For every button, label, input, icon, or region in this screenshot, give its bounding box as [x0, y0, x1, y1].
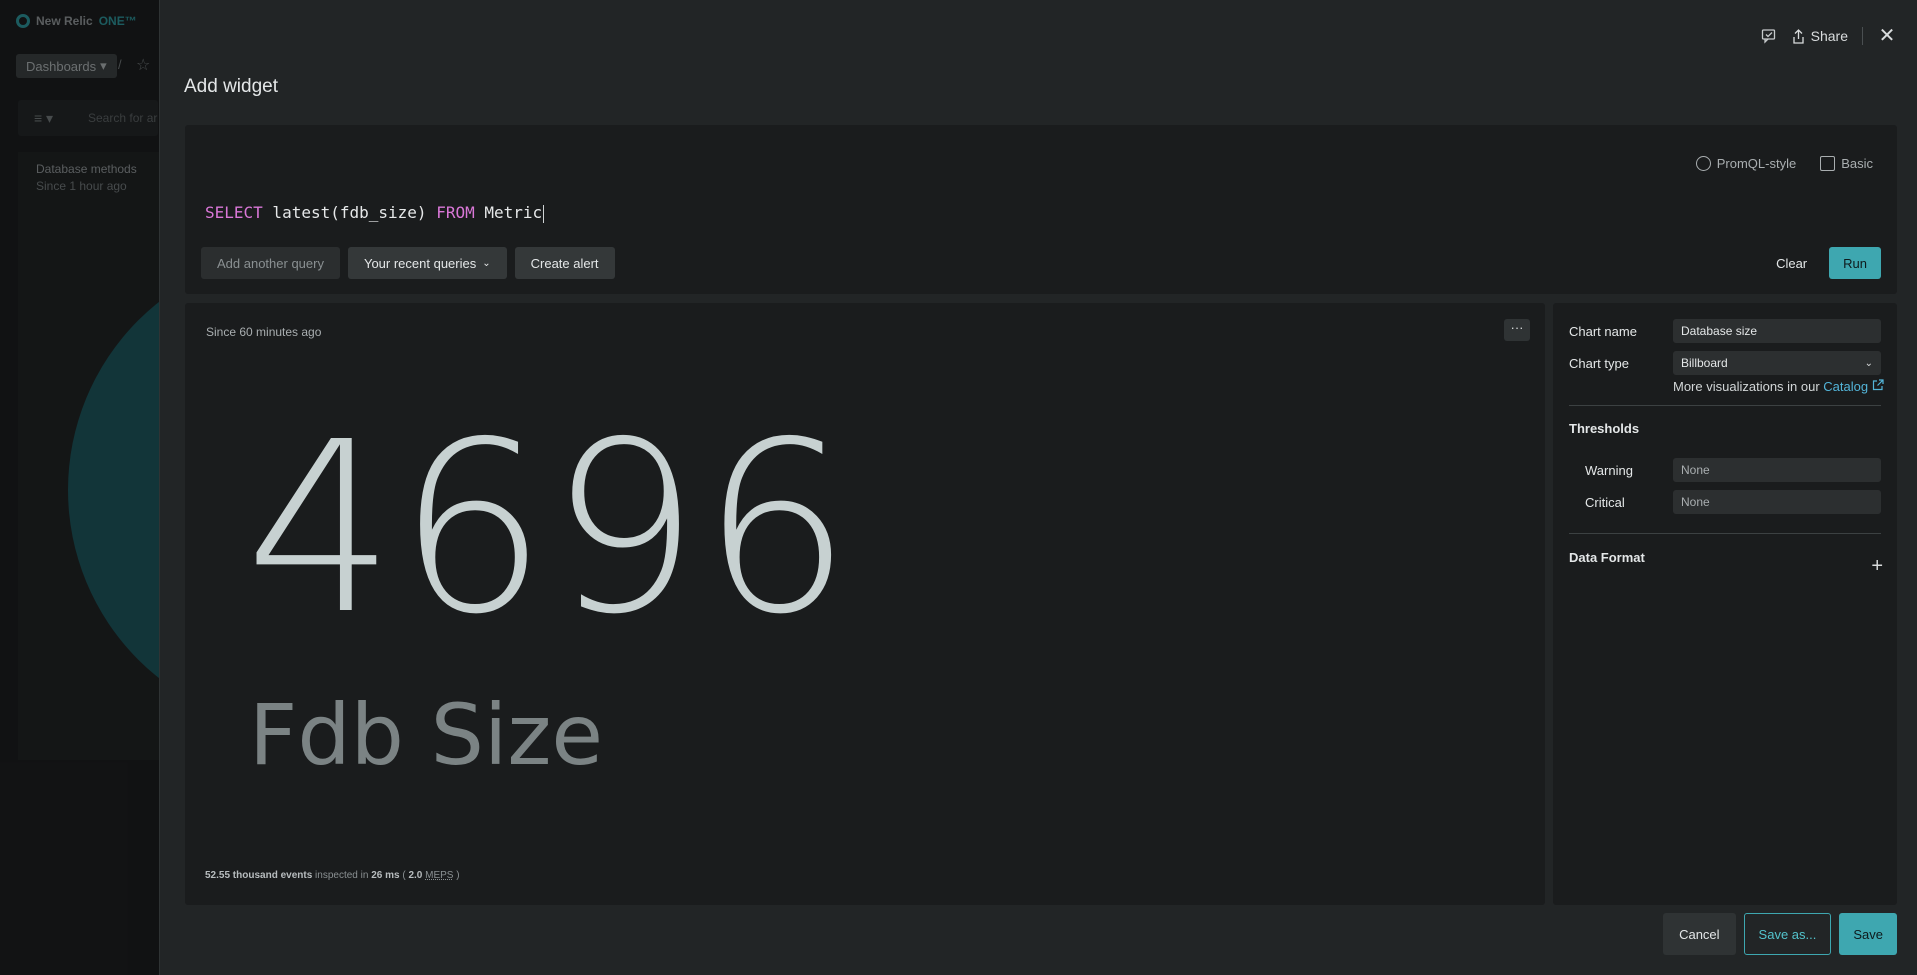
- nrql-query-editor[interactable]: SELECT latest(fdb_size) FROM Metric: [205, 203, 545, 223]
- promql-icon: [1695, 156, 1711, 171]
- promql-mode-button[interactable]: PromQL-style: [1695, 156, 1797, 171]
- add-another-query-button[interactable]: Add another query: [201, 247, 340, 279]
- chart-type-value: Billboard: [1681, 356, 1728, 370]
- create-alert-button[interactable]: Create alert: [514, 247, 615, 279]
- data-format-heading: Data Format: [1569, 550, 1645, 565]
- share-button[interactable]: Share: [1792, 28, 1848, 44]
- critical-threshold-input[interactable]: None: [1673, 490, 1881, 514]
- query-duration: 26 ms: [371, 870, 400, 881]
- save-button[interactable]: Save: [1839, 913, 1897, 955]
- chart-type-select[interactable]: Billboard ⌄: [1673, 351, 1881, 375]
- recent-queries-button[interactable]: Your recent queries ⌄: [347, 247, 507, 279]
- feedback-icon-svg: [1761, 29, 1775, 44]
- warning-label: Warning: [1585, 462, 1633, 478]
- modal-topbar: Share ✕: [1760, 26, 1897, 46]
- query-run-actions: Clear Run: [1768, 247, 1881, 279]
- clear-button[interactable]: Clear: [1768, 247, 1815, 279]
- stats-close-paren: ): [453, 870, 460, 881]
- warning-threshold-input[interactable]: None: [1673, 458, 1881, 482]
- warning-threshold-row: Warning None: [1569, 458, 1881, 482]
- settings-divider: [1569, 405, 1881, 406]
- basic-mode-label: Basic: [1841, 156, 1873, 171]
- events-count: 52.55 thousand events: [205, 870, 313, 881]
- add-widget-modal: Share ✕ Add widget PromQL-style Basic SE…: [159, 0, 1917, 975]
- share-label: Share: [1810, 28, 1848, 44]
- topbar-divider: [1862, 27, 1863, 45]
- thresholds-heading: Thresholds: [1569, 421, 1640, 436]
- critical-label: Critical: [1585, 494, 1625, 510]
- settings-divider: [1569, 533, 1881, 534]
- chart-settings-panel: Chart name Database size Chart type Bill…: [1553, 303, 1897, 905]
- query-keyword-select: SELECT: [205, 203, 263, 222]
- query-expression: latest(fdb_size): [262, 203, 437, 222]
- text-caret: [543, 204, 545, 223]
- add-data-format-icon[interactable]: +: [1871, 555, 1883, 578]
- meps-unit: MEPS: [425, 870, 454, 881]
- inspected-text: inspected in: [312, 870, 372, 881]
- cancel-button[interactable]: Cancel: [1663, 913, 1736, 955]
- query-keyword-from: FROM: [436, 203, 475, 222]
- meps-rate: 2.0: [408, 870, 423, 881]
- query-source: Metric: [474, 203, 543, 222]
- close-icon[interactable]: ✕: [1877, 26, 1897, 46]
- query-builder-panel: PromQL-style Basic SELECT latest(fdb_siz…: [185, 125, 1897, 294]
- critical-threshold-row: Critical None: [1569, 490, 1881, 514]
- feedback-icon[interactable]: [1760, 27, 1778, 45]
- modal-title: Add widget: [184, 76, 279, 97]
- chart-name-row: Chart name Database size: [1569, 319, 1881, 343]
- chart-query-stats: 52.55 thousand events inspected in 26 ms…: [205, 870, 460, 881]
- catalog-link[interactable]: Catalog: [1823, 379, 1868, 394]
- share-icon: [1792, 28, 1804, 44]
- chart-name-label: Chart name: [1569, 323, 1637, 339]
- external-link-icon: [1872, 379, 1884, 391]
- more-visualizations-text: More visualizations in our Catalog: [1673, 379, 1884, 394]
- chart-more-menu-button[interactable]: ···: [1504, 319, 1530, 341]
- billboard-label: Fdb Size: [249, 686, 604, 784]
- query-mode-switch: PromQL-style Basic: [1695, 156, 1873, 171]
- promql-mode-label: PromQL-style: [1716, 156, 1797, 171]
- recent-queries-label: Your recent queries: [363, 255, 477, 271]
- chevron-down-icon: ⌄: [1864, 357, 1873, 369]
- save-as-button[interactable]: Save as...: [1743, 913, 1832, 955]
- chart-type-label: Chart type: [1569, 355, 1629, 371]
- chart-name-input[interactable]: Database size: [1673, 319, 1881, 343]
- basic-mode-button[interactable]: Basic: [1820, 156, 1873, 171]
- chart-type-row: Chart type Billboard ⌄: [1569, 351, 1881, 375]
- chart-time-range: Since 60 minutes ago: [206, 325, 322, 339]
- run-button[interactable]: Run: [1829, 247, 1881, 279]
- more-visualizations-label: More visualizations in our: [1673, 379, 1824, 394]
- query-actions: Add another query Your recent queries ⌄ …: [201, 247, 615, 279]
- basic-icon: [1820, 156, 1836, 171]
- chevron-down-icon: ⌄: [482, 257, 491, 269]
- chart-preview-panel: Since 60 minutes ago ··· 4696 Fdb Size 5…: [185, 303, 1545, 905]
- billboard-value: 4696: [245, 391, 854, 666]
- modal-footer-actions: Cancel Save as... Save: [1663, 913, 1897, 955]
